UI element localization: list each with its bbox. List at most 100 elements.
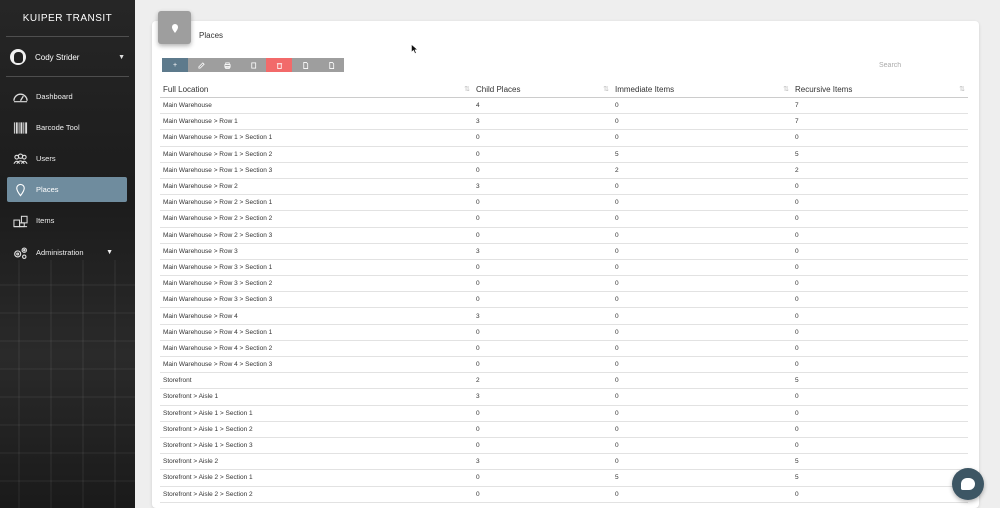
sidebar-item-barcode-tool[interactable]: Barcode Tool [7, 115, 127, 140]
table-row[interactable]: Main Warehouse 4 0 7 [160, 98, 968, 115]
cell-full-location: Main Warehouse > Row 2 > Section 1 [163, 199, 273, 207]
sidebar-item-users[interactable]: Users [7, 146, 127, 171]
chat-launcher-button[interactable] [952, 468, 984, 500]
user-menu[interactable]: Cody Strider ▼ [10, 46, 125, 68]
cell-child-places: 0 [476, 166, 480, 174]
sidebar-item-label: Items [36, 216, 55, 225]
cell-immediate-items: 0 [615, 296, 619, 304]
export-file-button-2[interactable] [318, 58, 344, 72]
cell-full-location: Main Warehouse > Row 4 > Section 2 [163, 344, 273, 352]
cell-immediate-items: 0 [615, 393, 619, 401]
cell-immediate-items: 0 [615, 215, 619, 223]
table-row[interactable]: Main Warehouse > Row 2 3 0 0 [160, 179, 968, 196]
search-input[interactable] [848, 59, 968, 71]
cell-recursive-items: 7 [795, 118, 799, 126]
table-row[interactable]: Main Warehouse > Row 1 3 0 7 [160, 114, 968, 131]
column-header-recursive-items[interactable]: Recursive Items ⇅ [792, 81, 968, 98]
sidebar-item-dashboard[interactable]: Dashboard [7, 84, 127, 109]
cell-child-places: 0 [476, 409, 480, 417]
sidebar-background-image [0, 260, 135, 508]
copy-icon [250, 61, 256, 69]
cell-immediate-items: 2 [615, 166, 619, 174]
caret-down-icon: ▼ [106, 249, 113, 256]
print-button[interactable] [214, 58, 240, 72]
table-row[interactable]: Main Warehouse > Row 1 > Section 1 0 0 0 [160, 130, 968, 147]
table-row[interactable]: Main Warehouse > Row 4 > Section 2 0 0 0 [160, 341, 968, 357]
delete-button[interactable] [266, 58, 292, 72]
cell-child-places: 3 [476, 458, 480, 466]
sidebar-item-label: Dashboard [36, 92, 73, 101]
column-header-child-places[interactable]: Child Places ⇅ [473, 81, 612, 98]
table-row[interactable]: Main Warehouse > Row 1 > Section 3 0 2 2 [160, 163, 968, 179]
table-row[interactable]: Storefront > Aisle 1 > Section 1 0 0 0 [160, 406, 968, 422]
table-row[interactable]: Main Warehouse > Row 3 3 0 0 [160, 244, 968, 260]
cell-immediate-items: 0 [615, 247, 619, 255]
table-toolbar: + [162, 58, 344, 72]
table-row[interactable]: Storefront > Aisle 2 > Section 1 0 5 5 [160, 470, 968, 487]
cell-full-location: Main Warehouse > Row 2 > Section 2 [163, 215, 273, 223]
cell-immediate-items: 0 [615, 490, 619, 498]
cell-child-places: 0 [476, 425, 480, 433]
cell-immediate-items: 0 [615, 102, 619, 110]
sidebar-item-places[interactable]: Places [7, 177, 127, 202]
cell-recursive-items: 5 [795, 150, 799, 158]
cell-full-location: Main Warehouse > Row 2 [163, 183, 238, 191]
table-row[interactable]: Main Warehouse > Row 2 > Section 3 0 0 0 [160, 228, 968, 244]
cell-child-places: 2 [476, 377, 480, 385]
table-row[interactable]: Main Warehouse > Row 3 > Section 1 0 0 0 [160, 260, 968, 277]
cell-recursive-items: 0 [795, 409, 799, 417]
copy-button[interactable] [240, 58, 266, 72]
cell-full-location: Storefront > Aisle 1 > Section 2 [163, 425, 253, 433]
sidebar-item-label: Places [36, 185, 59, 194]
column-header-full-location[interactable]: Full Location ⇅ [160, 81, 473, 98]
table-row[interactable]: Main Warehouse > Row 4 3 0 0 [160, 308, 968, 325]
table-row[interactable]: Main Warehouse > Row 4 > Section 3 0 0 0 [160, 357, 968, 374]
sort-icon: ⇅ [959, 86, 965, 93]
table-row[interactable]: Main Warehouse > Row 3 > Section 2 0 0 0 [160, 276, 968, 293]
cell-recursive-items: 0 [795, 247, 799, 255]
table-row[interactable]: Main Warehouse > Row 4 > Section 1 0 0 0 [160, 325, 968, 341]
table-row[interactable]: Storefront > Aisle 1 3 0 0 [160, 389, 968, 406]
column-header-immediate-items[interactable]: Immediate Items ⇅ [612, 81, 792, 98]
cell-immediate-items: 0 [615, 263, 619, 271]
table-row[interactable]: Storefront > Aisle 2 3 0 5 [160, 454, 968, 471]
brand-logo-text[interactable]: KUIPER TRANSIT [0, 13, 135, 24]
cell-full-location: Storefront > Aisle 1 [163, 393, 219, 401]
table-row[interactable]: Main Warehouse > Row 2 > Section 1 0 0 0 [160, 195, 968, 212]
map-pin-icon [171, 23, 178, 33]
sidebar: KUIPER TRANSIT Cody Strider ▼ Dashboard … [0, 0, 135, 508]
table-row[interactable]: Storefront > Aisle 1 > Section 3 0 0 0 [160, 438, 968, 455]
table-row[interactable]: Storefront 2 0 5 [160, 373, 968, 390]
table-row[interactable]: Main Warehouse > Row 1 > Section 2 0 5 5 [160, 147, 968, 163]
cell-recursive-items: 0 [795, 134, 799, 142]
cell-child-places: 0 [476, 231, 480, 239]
table-row[interactable]: Main Warehouse > Row 3 > Section 3 0 0 0 [160, 292, 968, 309]
sidebar-item-label: Barcode Tool [36, 123, 80, 132]
cell-full-location: Main Warehouse > Row 3 > Section 2 [163, 280, 273, 288]
cell-immediate-items: 0 [615, 312, 619, 320]
add-place-button[interactable]: + [162, 58, 188, 72]
cell-full-location: Main Warehouse > Row 3 [163, 247, 238, 255]
table-row[interactable]: Storefront > Aisle 1 > Section 2 0 0 0 [160, 422, 968, 438]
cell-immediate-items: 0 [615, 280, 619, 288]
cell-immediate-items: 0 [615, 134, 619, 142]
edit-button[interactable] [188, 58, 214, 72]
cell-recursive-items: 0 [795, 490, 799, 498]
cell-full-location: Main Warehouse [163, 102, 212, 110]
sidebar-item-label: Administration [36, 248, 84, 257]
cell-child-places: 0 [476, 215, 480, 223]
table-row[interactable]: Main Warehouse > Row 2 > Section 2 0 0 0 [160, 211, 968, 228]
export-file-button[interactable] [292, 58, 318, 72]
table-row[interactable]: Storefront > Aisle 2 > Section 2 0 0 0 [160, 487, 968, 503]
sort-icon: ⇅ [603, 86, 609, 93]
cell-child-places: 3 [476, 118, 480, 126]
cell-recursive-items: 0 [795, 344, 799, 352]
cell-child-places: 0 [476, 361, 480, 369]
cell-recursive-items: 0 [795, 442, 799, 450]
sidebar-item-administration[interactable]: Administration ▼ [7, 240, 127, 265]
sidebar-item-items[interactable]: Items [7, 208, 127, 233]
cell-recursive-items: 0 [795, 393, 799, 401]
cell-recursive-items: 0 [795, 199, 799, 207]
cell-child-places: 0 [476, 442, 480, 450]
dashboard-icon [12, 90, 29, 104]
